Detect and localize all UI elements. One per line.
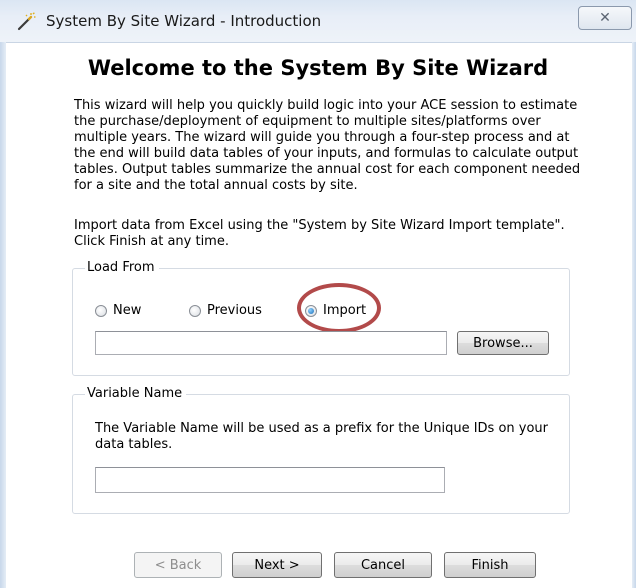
wizard-wand-icon bbox=[17, 12, 36, 31]
close-icon: ✕ bbox=[599, 10, 611, 26]
wizard-window: System By Site Wizard - Introduction ✕ W… bbox=[0, 0, 636, 588]
import-highlight-annotation bbox=[297, 283, 381, 333]
close-button[interactable]: ✕ bbox=[578, 6, 632, 30]
variable-name-group: Variable Name The Variable Name will be … bbox=[72, 386, 570, 514]
window-title: System By Site Wizard - Introduction bbox=[46, 12, 322, 30]
radio-new[interactable]: New bbox=[95, 303, 141, 318]
import-file-path-input[interactable] bbox=[95, 331, 447, 355]
radio-new-label: New bbox=[113, 303, 142, 318]
page-title: Welcome to the System By Site Wizard bbox=[87, 56, 549, 80]
window-right-border bbox=[632, 42, 636, 588]
import-instructions-text: Import data from Excel using the "System… bbox=[74, 218, 565, 249]
radio-previous-label: Previous bbox=[207, 303, 262, 318]
window-left-border bbox=[0, 42, 6, 588]
load-from-legend: Load From bbox=[85, 260, 159, 275]
load-from-group: Load From New Previous Import Browse... bbox=[72, 260, 570, 376]
finish-button[interactable]: Finish bbox=[444, 552, 536, 578]
next-button[interactable]: Next > bbox=[232, 552, 322, 578]
variable-name-legend: Variable Name bbox=[85, 386, 187, 401]
browse-button[interactable]: Browse... bbox=[457, 331, 549, 355]
variable-name-description: The Variable Name will be used as a pref… bbox=[95, 421, 549, 452]
radio-previous-circle[interactable] bbox=[189, 304, 201, 317]
radio-new-circle[interactable] bbox=[95, 304, 107, 317]
variable-name-input[interactable] bbox=[95, 467, 445, 493]
title-bar[interactable]: System By Site Wizard - Introduction ✕ bbox=[0, 0, 636, 43]
radio-previous[interactable]: Previous bbox=[189, 303, 262, 318]
cancel-button[interactable]: Cancel bbox=[334, 552, 432, 578]
intro-text: This wizard will help you quickly build … bbox=[74, 98, 581, 193]
back-button[interactable]: < Back bbox=[134, 552, 222, 578]
